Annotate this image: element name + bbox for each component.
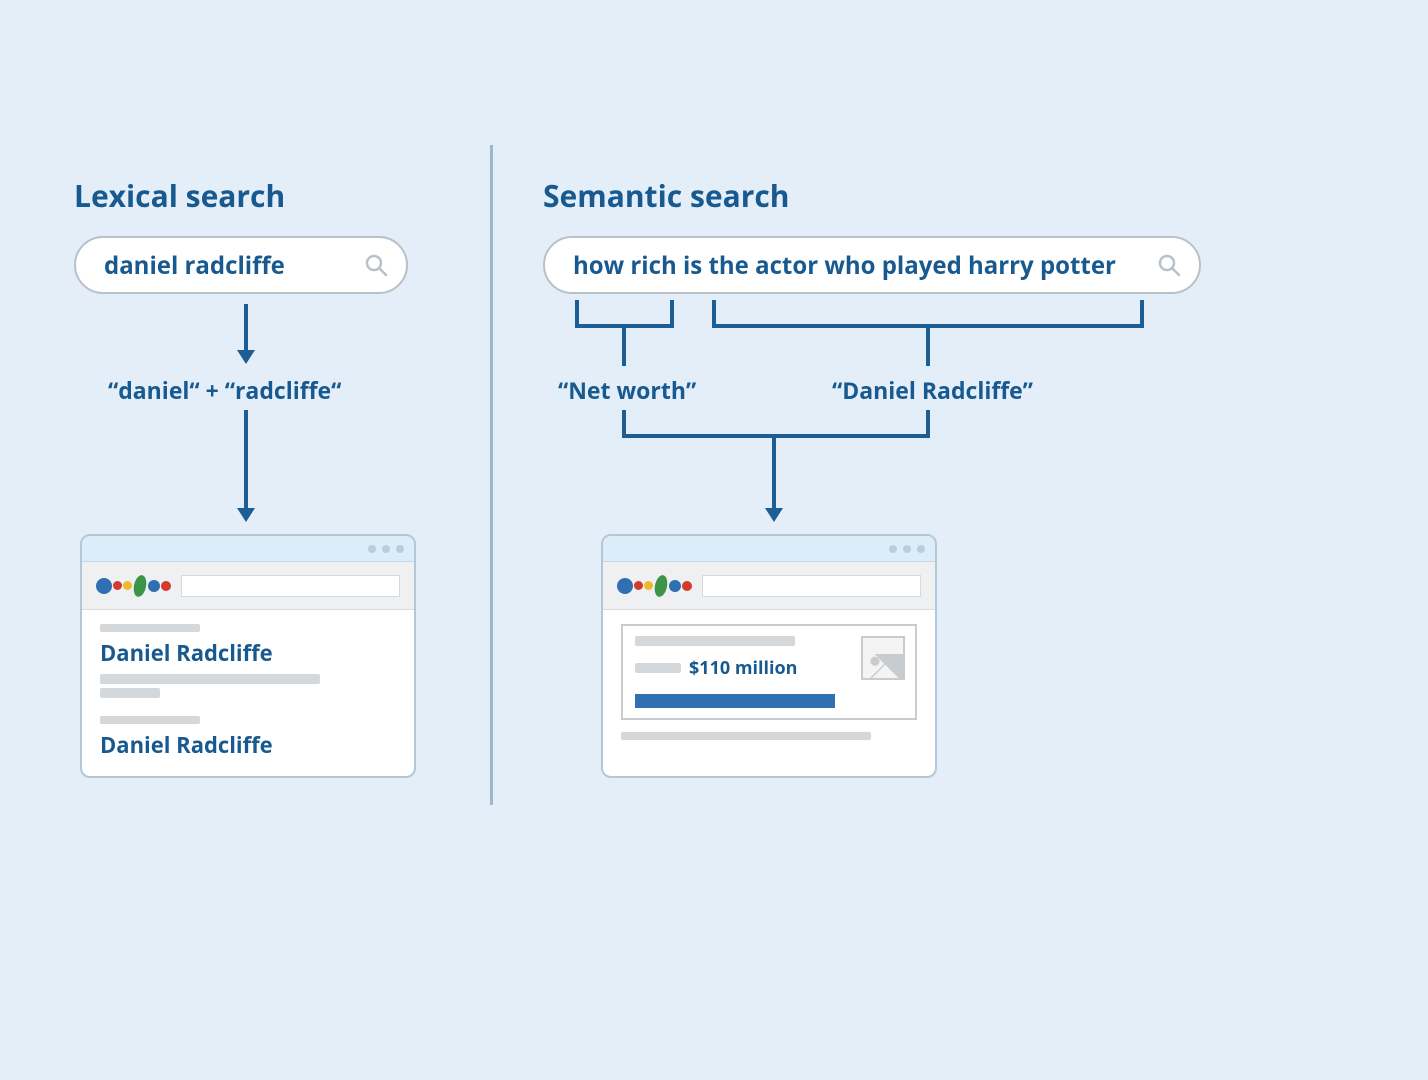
search-icon [364,253,388,277]
bracket-line [575,300,579,326]
placeholder-line [635,636,795,646]
bracket-line [622,410,626,436]
browser-toolbar [603,562,935,610]
browser-toolbar [82,562,414,610]
knowledge-card: $110 million [621,624,917,720]
results-list: Daniel Radcliffe Daniel Radcliffe [82,610,414,778]
placeholder-line [635,663,681,673]
window-dot-icon [396,545,404,553]
answer-amount: $110 million [689,656,797,680]
window-dot-icon [917,545,925,553]
heading-lexical: Lexical search [74,175,285,216]
placeholder-line [100,624,200,632]
search-icon [1157,253,1181,277]
bracket-line [926,410,930,436]
address-bar [702,575,921,597]
lexical-search-box: daniel radcliffe [74,236,408,294]
semantic-concept-entity: “Daniel Radcliffe” [832,374,1033,406]
bracket-line [670,300,674,326]
placeholder-line [621,732,871,740]
column-divider [490,145,493,805]
flow-arrowhead [237,350,255,364]
heading-semantic: Semantic search [543,175,789,216]
highlight-bar [635,694,835,708]
window-dot-icon [368,545,376,553]
window-titlebar [603,536,935,562]
bracket-line [622,434,930,438]
lexical-tokens-label: “daniel“ + “radcliffe“ [108,374,341,406]
window-titlebar [82,536,414,562]
flow-arrowhead [237,508,255,522]
address-bar [181,575,400,597]
placeholder-line [100,674,320,684]
bracket-line [712,300,716,326]
flow-arrow [244,410,248,510]
window-dot-icon [903,545,911,553]
bracket-line [622,324,626,366]
bracket-line [1140,300,1144,326]
lexical-result-window: Daniel Radcliffe Daniel Radcliffe [80,534,416,778]
search-engine-logo-icon [617,575,692,597]
bracket-line [926,324,930,366]
image-placeholder-icon [861,636,905,680]
semantic-query-text: how rich is the actor who played harry p… [573,249,1157,282]
semantic-result-window: $110 million [601,534,937,778]
lexical-query-text: daniel radcliffe [104,249,364,282]
window-dot-icon [382,545,390,553]
semantic-concept-networth: “Net worth” [558,374,696,406]
flow-arrowhead [765,508,783,522]
result-title: Daniel Radcliffe [100,638,396,668]
placeholder-line [100,716,200,724]
semantic-search-box: how rich is the actor who played harry p… [543,236,1201,294]
flow-arrow [244,304,248,352]
placeholder-line [100,688,160,698]
flow-arrow [772,434,776,510]
window-dot-icon [889,545,897,553]
answer-panel: $110 million [603,610,935,754]
search-engine-logo-icon [96,575,171,597]
result-title: Daniel Radcliffe [100,730,396,760]
